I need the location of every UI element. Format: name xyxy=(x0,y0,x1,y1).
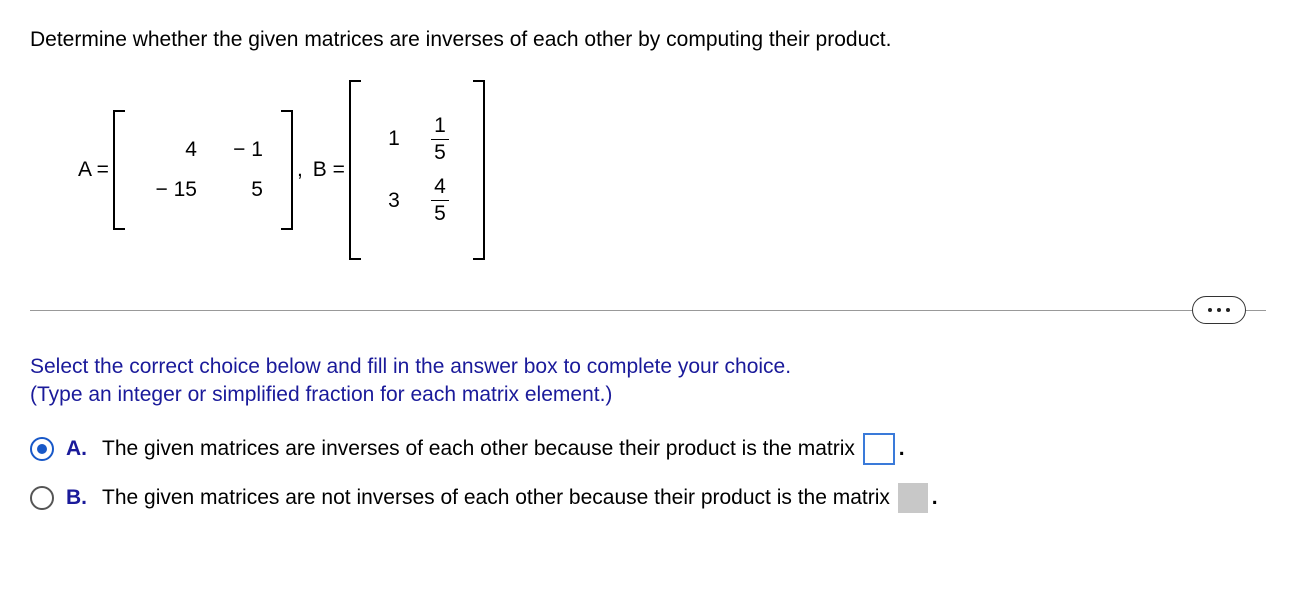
matrix-b-label: B = xyxy=(313,158,345,182)
matrix-b-cell: 3 xyxy=(373,181,419,221)
choice-a-letter: A. xyxy=(66,437,90,461)
period: . xyxy=(932,486,938,510)
ellipsis-icon xyxy=(1208,308,1212,312)
question-text: Determine whether the given matrices are… xyxy=(30,28,1266,52)
matrix-a-cell: 4 xyxy=(137,130,203,170)
matrix-display: A = 4 − 1 − 15 5 , B = xyxy=(78,80,1266,260)
answer-box-b[interactable] xyxy=(898,483,928,513)
choice-a-text: The given matrices are inverses of each … xyxy=(102,437,855,461)
ellipsis-icon xyxy=(1217,308,1221,312)
bracket-icon xyxy=(113,110,131,230)
radio-a[interactable] xyxy=(30,437,54,461)
matrix-a-cell: − 15 xyxy=(137,170,203,210)
more-options-button[interactable] xyxy=(1192,296,1246,324)
ellipsis-icon xyxy=(1226,308,1230,312)
matrix-a-body: 4 − 1 − 15 5 xyxy=(131,110,275,230)
fraction-numerator: 1 xyxy=(431,115,449,140)
matrix-a-label: A = xyxy=(78,158,109,182)
choice-a[interactable]: A. The given matrices are inverses of ea… xyxy=(30,433,1266,465)
matrix-a-cell: − 1 xyxy=(203,130,269,170)
comma: , xyxy=(297,158,303,182)
answer-box-a[interactable] xyxy=(863,433,895,465)
matrix-b-body: 1 1 5 3 4 5 xyxy=(367,80,467,260)
fraction-denominator: 5 xyxy=(431,201,449,225)
matrix-b-cell: 1 xyxy=(373,119,419,159)
period: . xyxy=(899,437,905,461)
bracket-icon xyxy=(467,80,485,260)
choice-b[interactable]: B. The given matrices are not inverses o… xyxy=(30,483,1266,513)
bracket-icon xyxy=(349,80,367,260)
radio-selected-icon xyxy=(37,444,47,454)
bracket-icon xyxy=(275,110,293,230)
matrix-a-cell: 5 xyxy=(203,170,269,210)
fraction-denominator: 5 xyxy=(431,140,449,164)
choice-b-text: The given matrices are not inverses of e… xyxy=(102,486,890,510)
instruction-line-1: Select the correct choice below and fill… xyxy=(30,355,1266,379)
fraction-numerator: 4 xyxy=(431,176,449,201)
matrix-b-cell: 1 5 xyxy=(419,109,461,170)
section-divider xyxy=(30,310,1266,311)
matrix-b-cell: 4 5 xyxy=(419,170,461,231)
instruction-line-2: (Type an integer or simplified fraction … xyxy=(30,383,1266,407)
choice-b-letter: B. xyxy=(66,486,90,510)
radio-b[interactable] xyxy=(30,486,54,510)
